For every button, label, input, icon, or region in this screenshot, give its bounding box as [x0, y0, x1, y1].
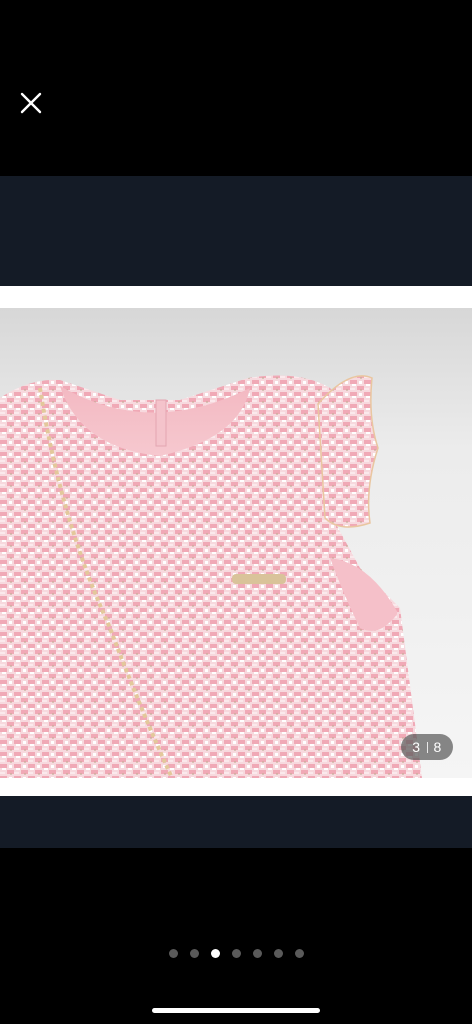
counter-separator	[426, 742, 428, 753]
pagination-dot[interactable]	[168, 949, 178, 958]
photo-viewer: 38	[0, 0, 472, 1024]
home-indicator[interactable]	[152, 1008, 320, 1013]
pagination-dot[interactable]	[231, 949, 241, 958]
photo-top-strip	[0, 286, 472, 308]
counter-total: 8	[433, 739, 442, 755]
photo-frame	[0, 286, 472, 796]
pagination-dot[interactable]	[252, 949, 262, 958]
pagination-dot[interactable]	[294, 949, 304, 958]
close-icon	[20, 92, 42, 114]
pink-tweed-dress-image	[0, 375, 422, 778]
counter-current: 3	[412, 739, 421, 755]
pagination-dot-active[interactable]	[210, 949, 220, 958]
pagination-dot[interactable]	[273, 949, 283, 958]
photo-counter: 38	[401, 734, 453, 760]
product-photo[interactable]	[0, 308, 472, 778]
photo-bottom-strip	[0, 778, 472, 796]
pagination-dots	[0, 949, 472, 961]
pagination-dot[interactable]	[189, 949, 199, 958]
close-button[interactable]	[14, 86, 48, 120]
